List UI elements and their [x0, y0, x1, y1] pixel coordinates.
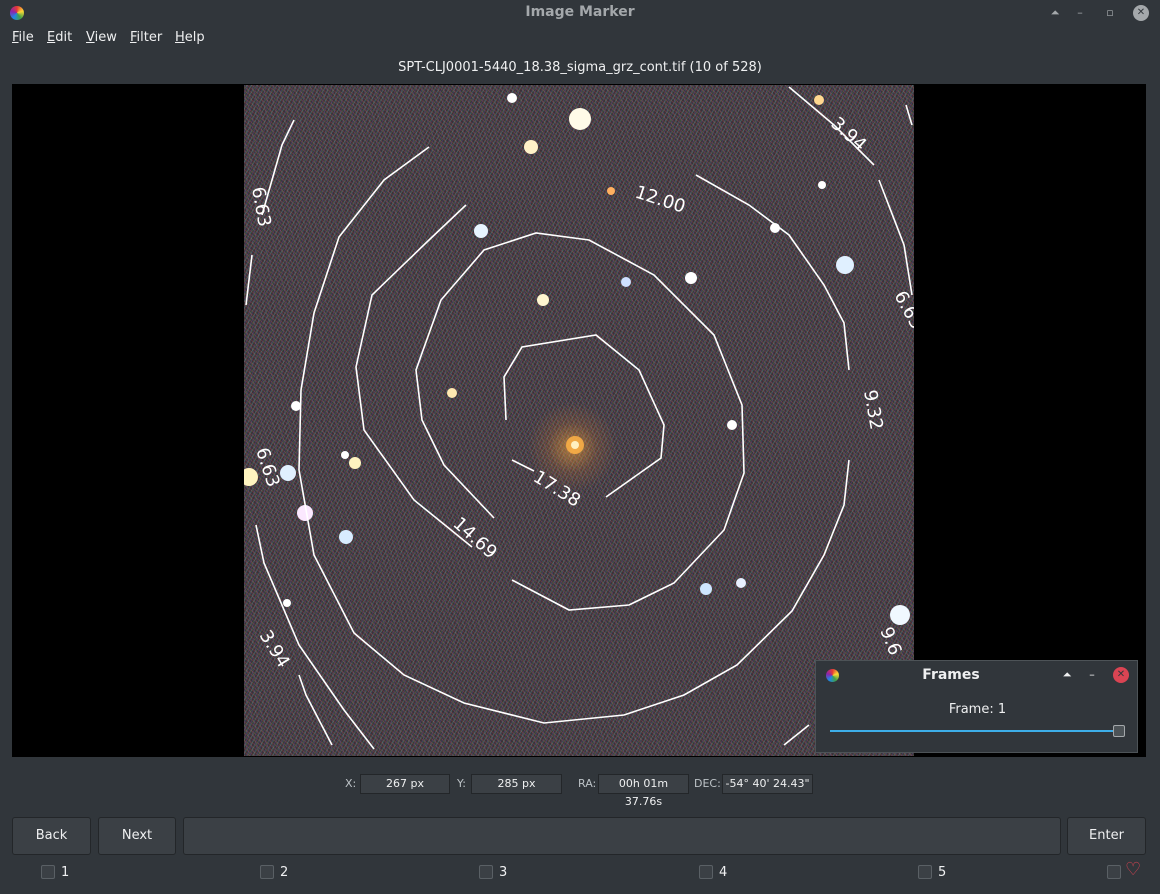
enter-button[interactable]: Enter — [1067, 817, 1146, 855]
ra-value: 00h 01m 37.76s — [598, 774, 689, 808]
menu-help[interactable]: Help — [175, 30, 205, 45]
category-checkbox-5[interactable] — [918, 865, 932, 879]
contour-label: 3.94 — [827, 113, 871, 155]
astronomical-image[interactable]: 12.00 3.94 6.63 6.63 6.63 9.32 17.38 14.… — [244, 85, 914, 756]
heart-icon[interactable]: ♡ — [1125, 861, 1141, 879]
contour-label: 6.63 — [890, 287, 914, 332]
menu-filter[interactable]: Filter — [130, 30, 162, 45]
minimize-icon[interactable]: – — [1072, 5, 1088, 21]
contour-label: 6.63 — [251, 445, 283, 490]
contour-overlay: 12.00 3.94 6.63 6.63 6.63 9.32 17.38 14.… — [244, 86, 914, 750]
category-checkbox-1[interactable] — [41, 865, 55, 879]
category-checkbox-3[interactable] — [479, 865, 493, 879]
frame-slider[interactable] — [830, 730, 1122, 732]
contour-label: 9.32 — [859, 388, 887, 431]
ra-label: RA: — [578, 777, 597, 790]
menu-file[interactable]: File — [12, 30, 34, 45]
keep-above-icon[interactable]: ⏶ — [1059, 667, 1075, 683]
frames-dialog-title: Frames — [922, 667, 980, 683]
y-value: 285 px — [471, 774, 562, 794]
menu-bar: File Edit View Filter Help — [0, 26, 1160, 50]
image-filename: SPT-CLJ0001-5440_18.38_sigma_grz_cont.ti… — [398, 60, 762, 75]
contour-label: 12.00 — [632, 182, 687, 218]
category-label-4: 4 — [719, 865, 728, 880]
category-checkbox-4[interactable] — [699, 865, 713, 879]
x-value: 267 px — [360, 774, 450, 794]
category-label-5: 5 — [938, 865, 947, 880]
category-label-2: 2 — [280, 865, 289, 880]
favorite-checkbox[interactable] — [1107, 865, 1121, 879]
menu-view[interactable]: View — [86, 30, 117, 45]
minimize-icon[interactable]: – — [1084, 667, 1100, 683]
close-icon[interactable]: ✕ — [1113, 667, 1129, 683]
window-title: Image Marker — [525, 4, 635, 20]
frame-slider-handle[interactable] — [1113, 725, 1125, 737]
dec-value: -54° 40' 24.43" — [722, 774, 813, 794]
frames-dialog: Frames ⏶ – ✕ Frame: 1 — [815, 660, 1138, 753]
keep-above-icon[interactable]: ⏶ — [1047, 5, 1063, 21]
category-checkbox-2[interactable] — [260, 865, 274, 879]
x-label: X: — [345, 777, 357, 790]
y-label: Y: — [457, 777, 466, 790]
close-icon[interactable]: ✕ — [1133, 5, 1149, 21]
dec-label: DEC: — [694, 777, 721, 790]
contour-label: 17.38 — [529, 466, 584, 511]
next-button[interactable]: Next — [98, 817, 176, 855]
menu-edit[interactable]: Edit — [47, 30, 72, 45]
category-label-3: 3 — [499, 865, 508, 880]
contour-label: 9.6 — [875, 624, 905, 658]
contour-label: 6.63 — [247, 185, 275, 228]
back-button[interactable]: Back — [12, 817, 91, 855]
comment-input[interactable] — [183, 817, 1061, 855]
frame-label: Frame: 1 — [948, 702, 1007, 717]
category-label-1: 1 — [61, 865, 70, 880]
contour-label: 3.94 — [255, 627, 294, 672]
title-bar: Image Marker ⏶ – ▫ ✕ — [0, 0, 1160, 26]
contour-label: 14.69 — [449, 513, 501, 563]
restore-icon[interactable]: ▫ — [1102, 5, 1118, 21]
image-viewer[interactable]: 12.00 3.94 6.63 6.63 6.63 9.32 17.38 14.… — [12, 84, 1146, 757]
